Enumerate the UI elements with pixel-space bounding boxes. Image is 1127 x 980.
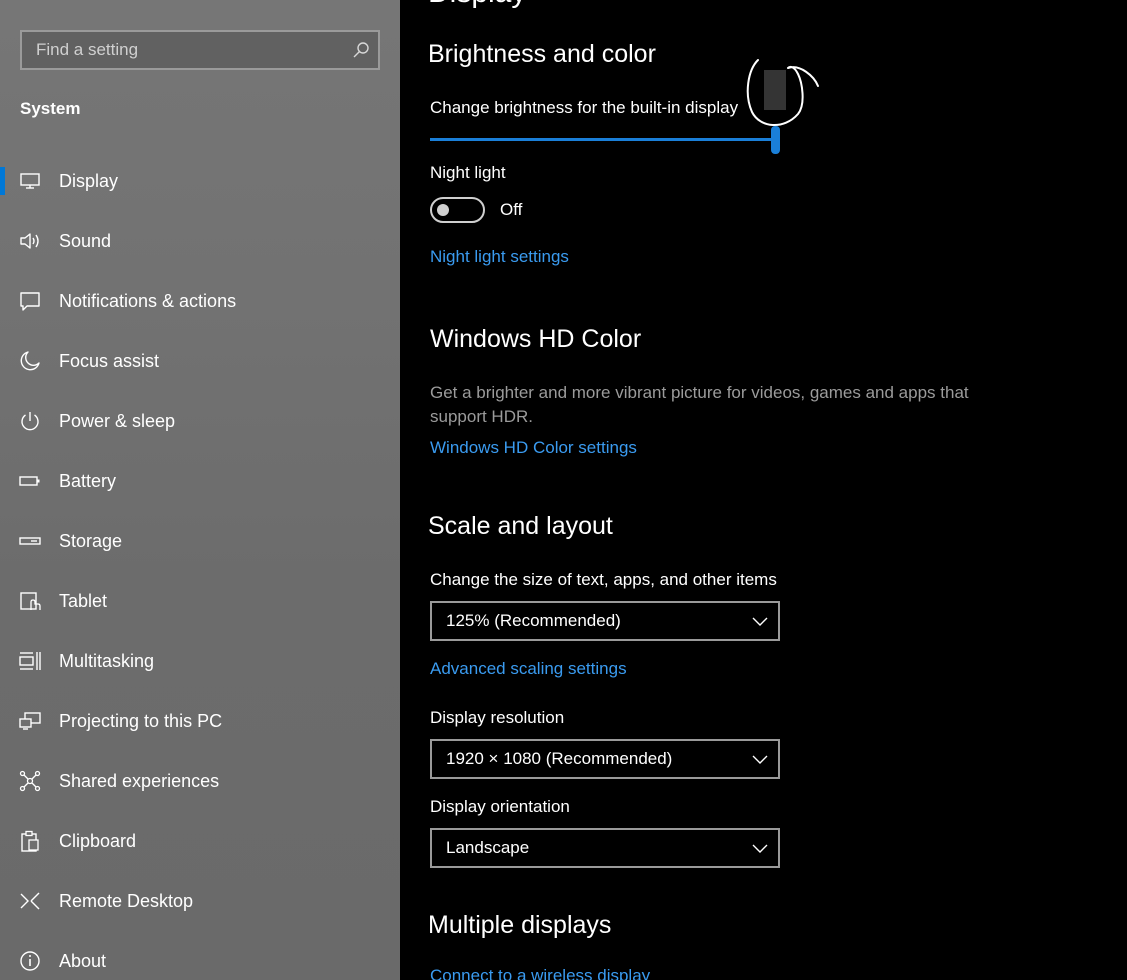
sidebar-item-display[interactable]: Display	[0, 157, 400, 205]
sidebar-item-power-sleep[interactable]: Power & sleep	[0, 397, 400, 445]
storage-icon	[19, 537, 41, 545]
multitasking-icon	[19, 652, 41, 670]
connect-wireless-display-link[interactable]: Connect to a wireless display	[430, 966, 650, 980]
sidebar-item-label: About	[59, 950, 107, 971]
monitor-icon	[20, 173, 40, 189]
sidebar-item-notifications[interactable]: Notifications & actions	[0, 277, 400, 325]
sidebar-item-label: Remote Desktop	[59, 890, 194, 911]
hd-color-heading: Windows HD Color	[430, 325, 642, 353]
sidebar-item-focus-assist[interactable]: Focus assist	[0, 337, 400, 385]
night-light-label: Night light	[430, 163, 506, 182]
sidebar-item-storage[interactable]: Storage	[0, 517, 400, 565]
hd-color-description: Get a brighter and more vibrant picture …	[430, 383, 969, 426]
tablet-icon	[20, 592, 41, 610]
sidebar-item-multitasking[interactable]: Multitasking	[0, 637, 400, 685]
resolution-label: Display resolution	[430, 708, 565, 727]
sidebar-item-label: Sound	[59, 230, 112, 251]
main-panel: Display Brightness and color Change brig…	[400, 0, 1127, 980]
annotation-circle	[746, 59, 819, 126]
sidebar: System Display Sound Notifications & act…	[0, 0, 400, 980]
sidebar-item-projecting[interactable]: Projecting to this PC	[0, 697, 400, 745]
chevron-down-icon	[752, 755, 768, 764]
shared-icon	[19, 770, 41, 792]
sidebar-item-shared-experiences[interactable]: Shared experiences	[0, 757, 400, 805]
sidebar-item-label: Projecting to this PC	[59, 710, 223, 731]
sidebar-item-label: Notifications & actions	[59, 290, 237, 311]
sidebar-item-label: Storage	[59, 530, 123, 551]
sidebar-item-battery[interactable]: Battery	[0, 457, 400, 505]
info-icon	[20, 951, 40, 971]
scale-size-label: Change the size of text, apps, and other…	[430, 570, 777, 589]
orientation-dropdown-value: Landscape	[446, 838, 530, 857]
speaker-icon	[20, 233, 39, 249]
sidebar-item-tablet[interactable]: Tablet	[0, 577, 400, 625]
brightness-slider-track[interactable]	[430, 138, 776, 141]
search-icon[interactable]	[352, 41, 370, 59]
remote-desktop-icon	[20, 892, 40, 910]
sidebar-item-label: Shared experiences	[59, 770, 220, 791]
projecting-icon	[19, 712, 41, 730]
orientation-label: Display orientation	[430, 797, 570, 816]
sidebar-item-label: Battery	[59, 470, 117, 491]
night-light-state: Off	[500, 200, 523, 219]
sidebar-item-label: Clipboard	[59, 830, 137, 851]
battery-icon	[19, 476, 40, 486]
multiple-displays-heading: Multiple displays	[428, 911, 612, 939]
sidebar-item-label: Multitasking	[59, 650, 155, 671]
scale-dropdown-value: 125% (Recommended)	[446, 611, 621, 630]
sidebar-item-label: Power & sleep	[59, 410, 176, 431]
brightness-slider-label: Change brightness for the built-in displ…	[430, 98, 739, 117]
scale-layout-heading: Scale and layout	[428, 512, 613, 540]
brightness-heading: Brightness and color	[428, 40, 656, 68]
chevron-down-icon	[752, 617, 768, 626]
night-light-toggle[interactable]	[430, 197, 485, 223]
page-title: Display	[428, 0, 526, 10]
sidebar-item-remote-desktop[interactable]: Remote Desktop	[0, 877, 400, 925]
section-title: System	[20, 99, 81, 118]
orientation-dropdown[interactable]: Landscape	[430, 828, 780, 868]
resolution-dropdown-value: 1920 × 1080 (Recommended)	[446, 749, 673, 768]
hd-color-settings-link[interactable]: Windows HD Color settings	[430, 438, 637, 458]
sidebar-item-label: Focus assist	[59, 350, 160, 371]
toggle-knob	[437, 204, 449, 216]
sidebar-item-label: Tablet	[59, 590, 108, 611]
sidebar-item-label: Display	[59, 170, 119, 191]
search-box[interactable]	[20, 30, 380, 70]
notifications-icon	[20, 292, 40, 311]
resolution-dropdown[interactable]: 1920 × 1080 (Recommended)	[430, 739, 780, 779]
night-light-settings-link[interactable]: Night light settings	[430, 247, 569, 267]
clipboard-icon	[21, 830, 39, 852]
chevron-down-icon	[752, 844, 768, 853]
sidebar-item-clipboard[interactable]: Clipboard	[0, 817, 400, 865]
sidebar-item-sound[interactable]: Sound	[0, 217, 400, 265]
power-icon	[21, 412, 39, 431]
advanced-scaling-link[interactable]: Advanced scaling settings	[430, 659, 627, 679]
sidebar-item-about[interactable]: About	[0, 937, 400, 980]
search-input[interactable]	[22, 32, 342, 68]
scale-dropdown[interactable]: 125% (Recommended)	[430, 601, 780, 641]
moon-icon	[20, 351, 40, 371]
